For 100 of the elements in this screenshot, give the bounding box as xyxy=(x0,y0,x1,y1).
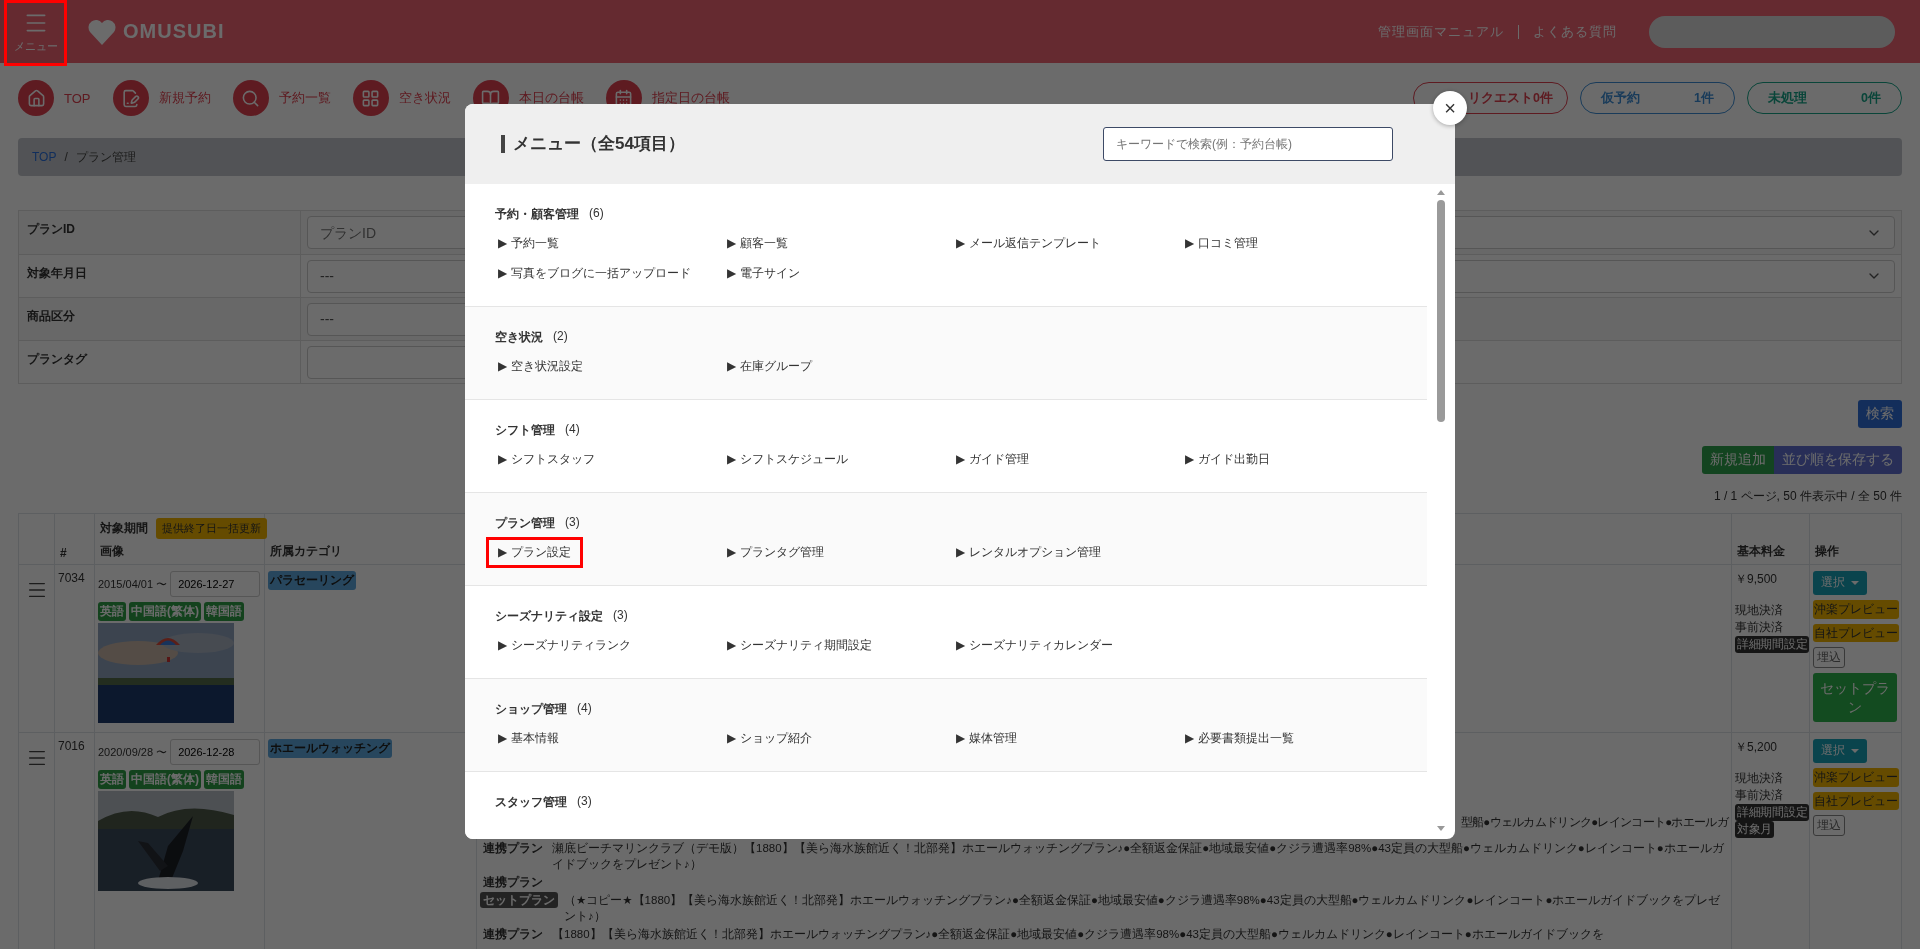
section-title: 空き状況 xyxy=(495,329,543,346)
section-title: 予約・顧客管理 xyxy=(495,206,579,223)
section-count: (3) xyxy=(577,794,592,810)
menu-link[interactable]: ▶ ガイド出勤日 xyxy=(1173,444,1282,475)
menu-link[interactable]: ▶ ガイド管理 xyxy=(944,444,1041,475)
column-header: 操作 xyxy=(1815,543,1840,560)
breadcrumb-separator: / xyxy=(64,150,68,164)
add-button[interactable]: 新規追加 xyxy=(1702,446,1774,474)
section-count: (4) xyxy=(565,422,580,438)
menu-link[interactable]: ▶ プラン設定 xyxy=(486,537,583,568)
menu-link[interactable]: ▶ プランタグ管理 xyxy=(715,537,836,568)
plan-type-tag: セットプラン xyxy=(480,892,558,908)
pagination-info: 1 / 1 ページ, 50 件表示中 / 全 50 件 xyxy=(1713,488,1902,505)
menu-link[interactable]: ▶ 電子サイン xyxy=(715,258,812,289)
payment-method: 現地決済 xyxy=(1735,770,1784,787)
menu-link[interactable]: ▶ メール返信テンプレート xyxy=(944,228,1113,259)
language-tag: 韓国語 xyxy=(204,770,244,789)
column-header: 所属カテゴリ xyxy=(270,543,343,560)
search-field[interactable] xyxy=(1649,15,1895,48)
payment-method: 事前決済 xyxy=(1735,787,1784,804)
nav-icon xyxy=(121,88,140,108)
menu-link[interactable]: ▶ 口コミ管理 xyxy=(1173,228,1270,259)
setting-tag: 対象月 xyxy=(1735,821,1775,838)
section-count: (6) xyxy=(589,206,604,222)
menu-link[interactable]: ▶ 必要書類提出一覧 xyxy=(1173,723,1306,754)
start-date: 2015/04/01 〜 xyxy=(98,576,168,592)
payment-method: 事前決済 xyxy=(1735,619,1784,636)
preview-button[interactable]: 自社プレビュー xyxy=(1813,623,1899,643)
menu-link[interactable]: ▶ 媒体管理 xyxy=(944,723,1029,754)
section-count: (4) xyxy=(577,701,592,717)
preview-button[interactable]: 自社プレビュー xyxy=(1813,791,1899,811)
select-dropdown-button[interactable]: 選択 xyxy=(1813,739,1867,763)
plan-type-tag: 連携プラン xyxy=(480,874,546,890)
price: ￥5,200 xyxy=(1735,739,1779,756)
category-tag: パラセーリング xyxy=(268,571,356,590)
language-tag: 英語 xyxy=(98,602,126,621)
plan-text: 【1880】【美ら海水族館近く！北部発】ホエールウォッチングプラン♪●全額返金保証●地域最安値●クジラ遭遇率98%●43定員の大型船●ウェルカムドリンク●レインコート●ホエールガイドブックを xyxy=(552,927,1605,942)
select-dropdown-button[interactable]: 選択 xyxy=(1813,571,1867,595)
set-plan-button[interactable]: セットプラン xyxy=(1813,673,1897,722)
status-pill[interactable]: 未処理 0件 xyxy=(1747,82,1902,114)
status-pill[interactable]: 仮予約 1件 xyxy=(1580,82,1735,114)
menu-link[interactable]: ▶ ショップ紹介 xyxy=(715,723,824,754)
menu-link[interactable]: ▶ 基本情報 xyxy=(486,723,571,754)
end-date-input[interactable]: 2026-12-27 xyxy=(170,571,261,597)
menu-link[interactable]: ▶ 在庫グループ xyxy=(715,351,824,382)
logo-icon xyxy=(87,17,117,46)
table-cell: 7034 xyxy=(58,571,85,585)
menu-link[interactable]: ▶ 顧客一覧 xyxy=(715,228,800,259)
plan-type-tag: 連携プラン xyxy=(480,840,546,856)
column-header: 対象期間 xyxy=(100,520,148,537)
preview-button[interactable]: 沖楽プレビュー xyxy=(1813,599,1899,619)
plan-text: 型船●ウェルカムドリンク●レインコート●ホエールガ xyxy=(1460,815,1728,830)
plan-text: （★コピー★【1880】【美ら海水族館近く！北部発】ホエールウォッチングプラン♪●全額返金保証●地域最安値●クジラ遭遇率98%●43定員の大型船●ウェルカムドリンク●レインコート●ホエールガイドブックをプレゼント♪） xyxy=(564,893,1722,924)
section-title: シフト管理 xyxy=(495,422,555,439)
menu-link[interactable]: ▶ シーズナリティ期間設定 xyxy=(715,630,884,661)
preview-button[interactable]: 沖楽プレビュー xyxy=(1813,767,1899,787)
nav-icon xyxy=(361,88,380,108)
section-title: シーズナリティ設定 xyxy=(495,608,603,625)
setting-tag: 詳細期間設定 xyxy=(1735,636,1810,653)
menu-link[interactable]: ▶ 空き状況設定 xyxy=(486,351,595,382)
section-title: スタッフ管理 xyxy=(495,794,567,811)
nav-link[interactable]: TOP xyxy=(18,80,91,116)
section-count: (3) xyxy=(565,515,580,531)
filter-label: プランタグ xyxy=(19,341,301,383)
language-tag: 中国語(繁体) xyxy=(129,770,201,789)
language-tag: 中国語(繁体) xyxy=(129,602,201,621)
column-header: # xyxy=(60,546,68,560)
logo-text: OMUSUBI xyxy=(123,20,225,43)
payment-method: 現地決済 xyxy=(1735,602,1784,619)
menu-link[interactable]: ▶ シーズナリティランク xyxy=(486,630,643,661)
keyword-search-field[interactable]: キーワードで検索(例：予約台帳) xyxy=(1103,127,1393,161)
embed-button[interactable]: 埋込 xyxy=(1813,815,1845,837)
end-date-input[interactable]: 2026-12-28 xyxy=(170,739,261,765)
caret-icon xyxy=(1851,748,1859,753)
nav-icon xyxy=(241,88,260,108)
menu-link[interactable]: ▶ シフトスケジュール xyxy=(715,444,860,475)
price: ￥9,500 xyxy=(1735,571,1779,588)
language-tag: 韓国語 xyxy=(204,602,244,621)
section-count: (3) xyxy=(613,608,628,624)
setting-tag: 詳細期間設定 xyxy=(1735,804,1810,821)
start-date: 2020/09/28 〜 xyxy=(98,744,168,760)
category-tag: ホエールウォッチング xyxy=(268,739,392,758)
dialog-title: メニュー（全54項目） xyxy=(501,135,685,153)
column-header: 基本料金 xyxy=(1737,543,1786,560)
caret-icon xyxy=(1851,580,1859,585)
nav-link[interactable]: 新規予約 xyxy=(112,80,211,116)
search-button[interactable]: 検索 xyxy=(1858,400,1902,428)
nav-link[interactable]: 空き状況 xyxy=(352,80,451,116)
menu-link[interactable]: ▶ 写真をブログに一括アップロード xyxy=(486,258,703,289)
embed-button[interactable]: 埋込 xyxy=(1813,647,1845,669)
section-count: (2) xyxy=(553,329,568,345)
menu-link[interactable]: ▶ シーズナリティカレンダー xyxy=(944,630,1125,661)
table-cell: 7016 xyxy=(58,739,85,753)
section-title: ショップ管理 xyxy=(495,701,567,718)
menu-link[interactable]: ▶ 予約一覧 xyxy=(486,228,571,259)
menu-link[interactable]: ▶ シフトスタッフ xyxy=(486,444,607,475)
language-tag: 英語 xyxy=(98,770,126,789)
plan-text: 瀬底ビーチマリンクラブ（デモ版）【1880】【美ら海水族館近く！北部発】ホエールウォッチングプラン♪●全額返金保証●地域最安値●クジラ遭遇率98%●43定員の大型船●ウェルカムドリンク●レインコート●ホエールガイドブックをプレゼント♪） xyxy=(552,841,1725,872)
menu-link[interactable]: ▶ レンタルオプション管理 xyxy=(944,537,1113,568)
nav-icon xyxy=(26,88,46,108)
